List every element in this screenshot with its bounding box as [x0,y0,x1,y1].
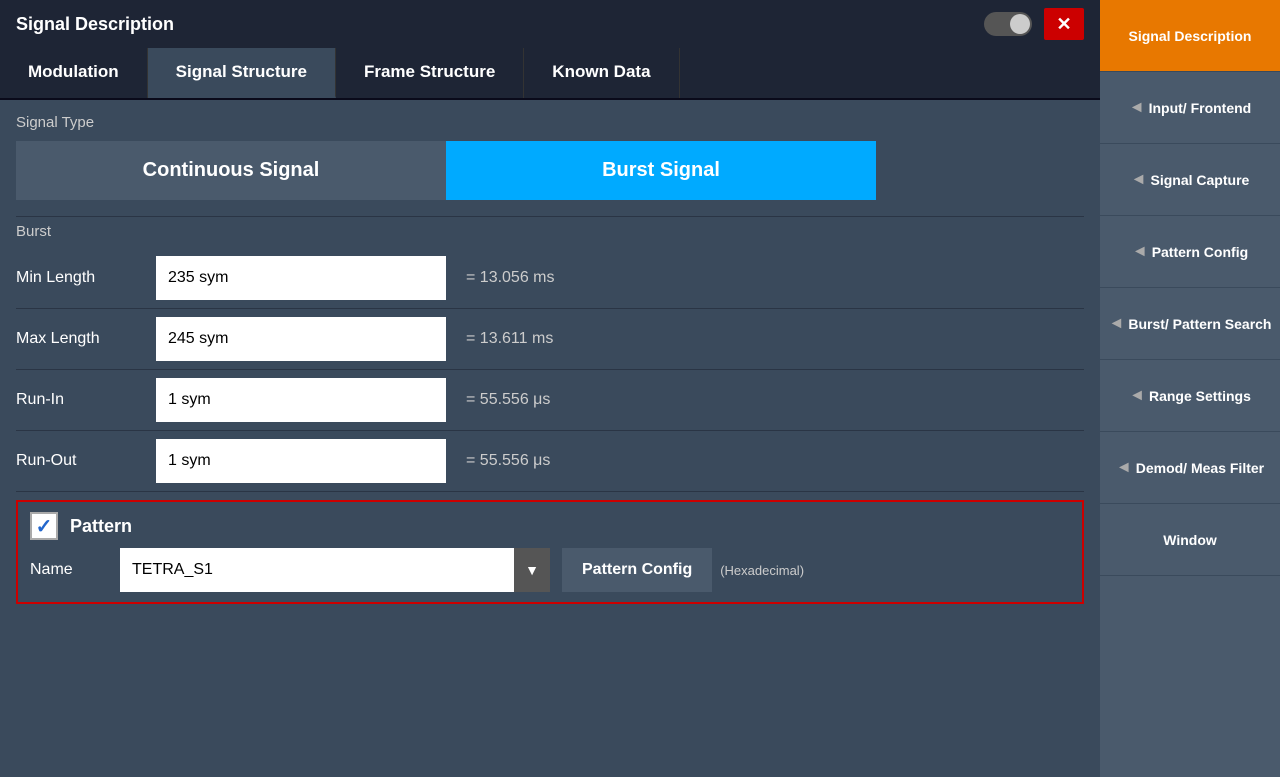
sidebar-item-range-settings[interactable]: ◄ Range Settings [1100,360,1280,432]
pattern-section: ✓ Pattern Name ▼ Pattern Config (Hexadec… [16,500,1084,604]
min-length-label: Min Length [16,269,156,287]
run-out-computed: = 55.556 μs [466,452,550,470]
tab-modulation[interactable]: Modulation [0,48,148,98]
signal-type-section: Signal Type Continuous Signal Burst Sign… [0,100,1100,212]
burst-section: Burst [0,212,1100,248]
signal-type-buttons: Continuous Signal Burst Signal [16,141,876,200]
signal-capture-label: Signal Capture [1151,172,1250,188]
title-controls: ✕ [984,8,1084,40]
pattern-checkbox[interactable]: ✓ [30,512,58,540]
name-label: Name [30,561,120,579]
burst-label: Burst [16,216,1084,244]
tab-frame-structure[interactable]: Frame Structure [336,48,524,98]
chevron-down-icon: ▼ [525,562,539,578]
min-length-row: Min Length = 13.056 ms [16,248,1084,309]
pattern-config-label: Pattern Config [1152,244,1248,260]
arrow-icon-demod-meas-filter: ◄ [1116,459,1132,477]
input-frontend-label: Input/ Frontend [1149,100,1252,116]
sidebar-item-signal-capture[interactable]: ◄ Signal Capture [1100,144,1280,216]
close-button[interactable]: ✕ [1044,8,1084,40]
arrow-icon-signal-capture: ◄ [1131,171,1147,189]
signal-description-label: Signal Description [1129,28,1252,44]
arrow-icon-pattern-config: ◄ [1132,243,1148,261]
run-out-input[interactable] [156,439,446,483]
max-length-computed: = 13.611 ms [466,330,553,348]
run-in-row: Run-In = 55.556 μs [16,370,1084,431]
burst-signal-button[interactable]: Burst Signal [446,141,876,200]
burst-pattern-search-label: Burst/ Pattern Search [1128,316,1271,332]
arrow-icon-input-frontend: ◄ [1129,99,1145,117]
pattern-header: ✓ Pattern [30,512,1070,540]
sidebar-item-input-frontend[interactable]: ◄ Input/ Frontend [1100,72,1280,144]
sidebar-item-pattern-config[interactable]: ◄ Pattern Config [1100,216,1280,288]
window-label: Window [1163,532,1217,548]
name-row: Name ▼ Pattern Config (Hexadecimal) [30,548,1070,592]
max-length-label: Max Length [16,330,156,348]
sidebar-item-demod-meas-filter[interactable]: ◄ Demod/ Meas Filter [1100,432,1280,504]
sidebar-item-signal-description[interactable]: Signal Description [1100,0,1280,72]
hex-label: (Hexadecimal) [720,563,804,578]
range-settings-label: Range Settings [1149,388,1251,404]
name-select-container: ▼ [120,548,550,592]
title-bar: Signal Description ✕ [0,0,1100,48]
demod-meas-filter-label: Demod/ Meas Filter [1136,460,1264,476]
tab-known-data[interactable]: Known Data [524,48,679,98]
pattern-checkbox-container: ✓ [30,512,58,540]
pattern-config-button[interactable]: Pattern Config [562,548,712,592]
run-out-label: Run-Out [16,452,156,470]
checkbox-check-icon: ✓ [36,514,53,539]
dialog-title: Signal Description [16,14,174,35]
arrow-icon-range-settings: ◄ [1129,387,1145,405]
arrow-icon-burst-pattern-search: ◄ [1108,315,1124,333]
run-in-label: Run-In [16,391,156,409]
max-length-input[interactable] [156,317,446,361]
toggle-switch[interactable] [984,12,1032,36]
right-sidebar: Signal Description ◄ Input/ Frontend ◄ S… [1100,0,1280,777]
sidebar-item-burst-pattern-search[interactable]: ◄ Burst/ Pattern Search [1100,288,1280,360]
run-in-computed: = 55.556 μs [466,391,550,409]
tab-bar: Modulation Signal Structure Frame Struct… [0,48,1100,100]
name-dropdown-button[interactable]: ▼ [514,548,550,592]
run-out-row: Run-Out = 55.556 μs [16,431,1084,492]
name-input[interactable] [120,548,514,592]
sidebar-item-window[interactable]: Window [1100,504,1280,576]
run-in-input[interactable] [156,378,446,422]
max-length-row: Max Length = 13.611 ms [16,309,1084,370]
content-area: Signal Type Continuous Signal Burst Sign… [0,100,1100,777]
form-rows: Min Length = 13.056 ms Max Length = 13.6… [0,248,1100,492]
min-length-input[interactable] [156,256,446,300]
tab-signal-structure[interactable]: Signal Structure [148,48,336,98]
signal-type-label: Signal Type [16,108,1084,137]
pattern-label: Pattern [70,516,132,537]
min-length-computed: = 13.056 ms [466,269,555,287]
continuous-signal-button[interactable]: Continuous Signal [16,141,446,200]
